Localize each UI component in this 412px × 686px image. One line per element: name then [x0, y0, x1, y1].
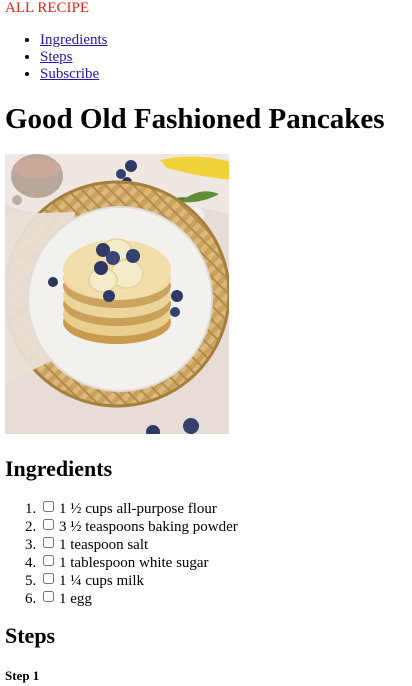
- nav-link-subscribe[interactable]: Subscribe: [40, 66, 99, 82]
- ingredient-checkbox[interactable]: [43, 537, 54, 548]
- pancake-photo: [5, 154, 229, 434]
- step-1-heading: Step 1: [5, 668, 40, 683]
- ingredient-label: 1 egg: [59, 591, 92, 607]
- ingredient-label: 1 ¼ cups milk: [59, 573, 144, 589]
- nav-item-subscribe: Subscribe: [40, 66, 107, 83]
- ingredients-list: 1 ½ cups all-purpose flour 3 ½ teaspoons…: [0, 500, 238, 608]
- ingredient-checkbox[interactable]: [43, 501, 54, 512]
- ingredient-label: 1 tablespoon white sugar: [59, 555, 209, 571]
- ingredient-item: 1 tablespoon white sugar: [40, 554, 238, 572]
- steps-heading: Steps: [5, 623, 56, 648]
- recipe-title: Good Old Fashioned Pancakes: [5, 103, 385, 135]
- nav-item-ingredients: Ingredients: [40, 32, 107, 49]
- ingredients-heading: Ingredients: [5, 456, 113, 481]
- ingredient-checkbox[interactable]: [43, 555, 54, 566]
- ingredient-item: 1 ¼ cups milk: [40, 572, 238, 590]
- top-navigation: Ingredients Steps Subscribe: [0, 32, 107, 83]
- site-brand: ALL RECIPE: [5, 0, 90, 16]
- ingredient-checkbox[interactable]: [43, 573, 54, 584]
- ingredient-item: 1 egg: [40, 590, 238, 608]
- nav-item-steps: Steps: [40, 49, 107, 66]
- nav-link-ingredients[interactable]: Ingredients: [40, 32, 107, 48]
- ingredient-checkbox[interactable]: [43, 591, 54, 602]
- ingredient-checkbox[interactable]: [43, 519, 54, 530]
- ingredient-item: 1 teaspoon salt: [40, 536, 238, 554]
- ingredient-label: 1 ½ cups all-purpose flour: [59, 501, 217, 517]
- nav-link-steps[interactable]: Steps: [40, 49, 73, 65]
- ingredient-label: 3 ½ teaspoons baking powder: [59, 519, 238, 535]
- ingredient-item: 1 ½ cups all-purpose flour: [40, 500, 238, 518]
- ingredient-item: 3 ½ teaspoons baking powder: [40, 518, 238, 536]
- ingredient-label: 1 teaspoon salt: [59, 537, 149, 553]
